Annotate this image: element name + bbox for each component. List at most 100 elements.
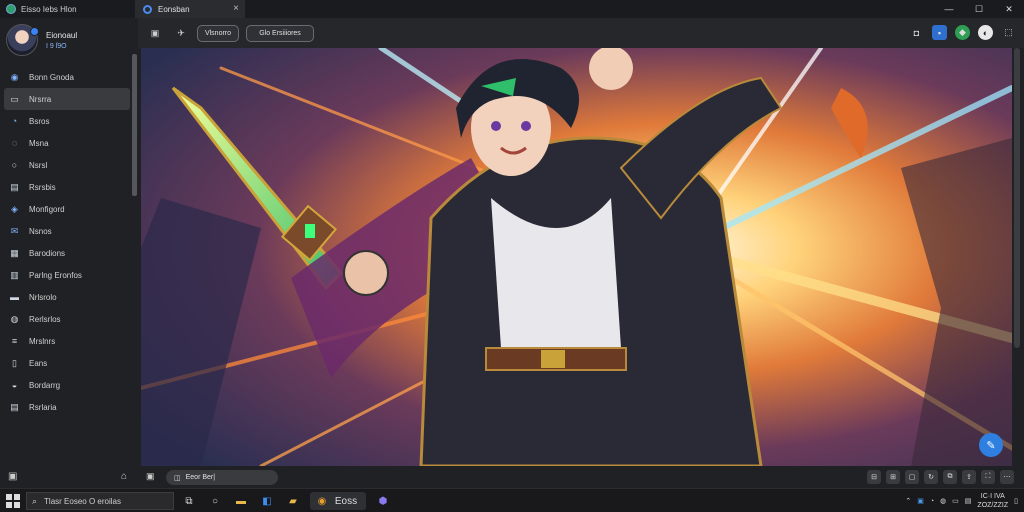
sidebar-item-label: Msna bbox=[29, 138, 49, 148]
taskbar-search-text: Tlasr Eoseo O eroilas bbox=[44, 496, 121, 506]
fit-icon[interactable]: ▢ bbox=[905, 470, 919, 484]
sidebar-item-2[interactable]: ◔ Bsros bbox=[4, 110, 130, 132]
sidebar-item-5[interactable]: ▤ Rsrsbis bbox=[4, 176, 130, 198]
taskbar-active-app[interactable]: ◉ Eoss bbox=[310, 492, 366, 510]
sidebar-item-label: Bordarrg bbox=[29, 380, 61, 390]
sidebar-item-3[interactable]: ◌ Msna bbox=[4, 132, 130, 154]
network-icon[interactable]: ◔ bbox=[930, 498, 934, 505]
chat-icon: ◔ bbox=[11, 116, 18, 126]
image-icon[interactable]: ▪ bbox=[932, 25, 947, 40]
folder-icon: ▭ bbox=[10, 93, 19, 104]
tag-icon: ◍ bbox=[10, 313, 19, 324]
status-input-icon: ◫ bbox=[174, 474, 181, 482]
close-button[interactable]: ✕ bbox=[994, 0, 1024, 18]
browser-icon: ◉ bbox=[317, 495, 327, 507]
system-tray: ⌃ ▣ ◔ ◍ ▭ ▤ IC·I IVA ZOZ/ZZIZ ▯ bbox=[905, 492, 1018, 510]
pin-icon[interactable]: ✈ bbox=[174, 25, 188, 41]
news-icon: ▦ bbox=[10, 247, 19, 258]
sidebar-item-12[interactable]: ≡ Mrslnrs bbox=[4, 330, 130, 352]
sidebar-item-14[interactable]: ◒ Bordarrg bbox=[4, 374, 130, 396]
page-icon: ▤ bbox=[10, 401, 19, 412]
sidebar-item-4[interactable]: ○ Nsrsl bbox=[4, 154, 130, 176]
edit-icon[interactable]: ✎ bbox=[979, 433, 1003, 457]
viewer-scrollbar[interactable] bbox=[1014, 48, 1020, 348]
filter-button[interactable]: Glo Ersiiiores bbox=[246, 25, 314, 42]
crop-icon[interactable]: ⬚ bbox=[1001, 25, 1016, 40]
profile-card[interactable]: Eionoaul I 9 ſ9O bbox=[6, 22, 131, 58]
globe-icon: ◉ bbox=[10, 71, 19, 82]
profile-name: Eionoaul bbox=[46, 30, 78, 40]
sidebar-item-9[interactable]: ▥ Parlng Eronfos bbox=[4, 264, 130, 286]
sidebar-item-label: Nsrsl bbox=[29, 160, 48, 170]
sidebar-item-label: Rsrlaria bbox=[29, 402, 57, 412]
sidebar-item-1[interactable]: ▭ Nrsrra bbox=[4, 88, 130, 110]
app-window: Eisso Iebs Hlon Eonsban × — ☐ ✕ Eionoaul… bbox=[0, 0, 1024, 488]
sidebar-item-8[interactable]: ▦ Barodions bbox=[4, 242, 130, 264]
sidebar-item-13[interactable]: ▯ Eans bbox=[4, 352, 130, 374]
folder-icon[interactable]: ▰ bbox=[284, 492, 302, 510]
sidebar-toggle-icon[interactable]: ▣ bbox=[148, 25, 162, 41]
clock-time: IC·I IVA bbox=[980, 493, 1005, 500]
sidebar-item-0[interactable]: ◉ Bonn Gnoda bbox=[4, 66, 130, 88]
battery-icon[interactable]: ▭ bbox=[952, 497, 959, 505]
more-icon[interactable]: ⋯ bbox=[1000, 470, 1014, 484]
task-view-icon[interactable]: ⧉ bbox=[180, 492, 198, 510]
app-title[interactable]: Eisso Iebs Hlon bbox=[0, 0, 134, 18]
sidebar-item-6[interactable]: ◈ Monfigord bbox=[4, 198, 130, 220]
sidebar-item-15[interactable]: ▤ Rsrlaria bbox=[4, 396, 130, 418]
window-controls: — ☐ ✕ bbox=[934, 0, 1024, 18]
circle-icon: ○ bbox=[11, 160, 18, 170]
profile-text: Eionoaul I 9 ſ9O bbox=[46, 31, 77, 50]
cloud-icon: ◒ bbox=[11, 380, 18, 390]
sidebar-scrollbar[interactable] bbox=[132, 54, 137, 196]
info-icon[interactable]: ◐ bbox=[978, 25, 993, 40]
status-input[interactable]: ◫ Eeor Ber| bbox=[166, 470, 278, 485]
photos-icon[interactable]: ▣ bbox=[917, 497, 924, 505]
image-viewer[interactable] bbox=[141, 48, 1012, 466]
panel-icon[interactable]: ▣ bbox=[146, 471, 155, 482]
status-actions: ⊟ ⊞ ▢ ↻ ⧉ ⇪ ⛶ ⋯ bbox=[867, 470, 1014, 484]
zoom-out-icon[interactable]: ⊟ bbox=[867, 470, 881, 484]
sidebar-footer: ▣ ⌂ bbox=[0, 466, 135, 486]
fullscreen-icon[interactable]: ⛶ bbox=[981, 470, 995, 484]
shield-icon[interactable]: ◆ bbox=[955, 25, 970, 40]
clock[interactable]: IC·I IVA ZOZ/ZZIZ bbox=[977, 492, 1008, 510]
copy-icon[interactable]: ⧉ bbox=[943, 470, 957, 484]
camera-icon[interactable]: ◘ bbox=[909, 25, 924, 40]
rotate-icon[interactable]: ↻ bbox=[924, 470, 938, 484]
cortana-icon[interactable]: ○ bbox=[206, 492, 224, 510]
view-button[interactable]: Vlsnorro bbox=[197, 25, 239, 42]
tab-label: Eonsban bbox=[158, 4, 190, 14]
clock-date: ZOZ/ZZIZ bbox=[977, 502, 1009, 509]
monitor-icon: ▬ bbox=[10, 292, 19, 302]
share-icon[interactable]: ⇪ bbox=[962, 470, 976, 484]
minimize-button[interactable]: — bbox=[934, 0, 964, 18]
chevron-up-icon[interactable]: ⌃ bbox=[905, 497, 911, 505]
taskbar-active-app-label: Eoss bbox=[334, 495, 358, 507]
mail-icon: ✉ bbox=[10, 225, 19, 236]
app-icon[interactable]: ⬢ bbox=[374, 492, 392, 510]
taskbar-apps: ⧉ ○ ▬ ◧ ▰ ◉ Eoss ⬢ bbox=[180, 492, 392, 510]
home-icon[interactable]: ⌂ bbox=[121, 471, 127, 482]
tab-logo-icon bbox=[143, 4, 152, 14]
sidebar: Eionoaul I 9 ſ9O ◉ Bonn Gnoda ▭ Nrsrra ◔ Bs… bbox=[0, 18, 137, 488]
language-icon[interactable]: ▤ bbox=[965, 497, 972, 505]
tab-close-icon[interactable]: × bbox=[233, 3, 239, 14]
zoom-in-icon[interactable]: ⊞ bbox=[886, 470, 900, 484]
sidebar-item-10[interactable]: ▬ Nrlsrolo bbox=[4, 286, 130, 308]
grid-icon[interactable]: ▣ bbox=[8, 471, 17, 482]
avatar[interactable] bbox=[6, 24, 39, 56]
file-explorer-icon[interactable]: ▬ bbox=[232, 492, 250, 510]
tab-active[interactable]: Eonsban × bbox=[135, 0, 245, 18]
store-icon[interactable]: ◧ bbox=[258, 492, 276, 510]
taskbar-search[interactable]: ⌕ Tlasr Eoseo O eroilas bbox=[26, 492, 174, 510]
sidebar-item-7[interactable]: ✉ Nsnos bbox=[4, 220, 130, 242]
maximize-button[interactable]: ☐ bbox=[964, 0, 994, 18]
windows-start-icon[interactable] bbox=[6, 494, 20, 508]
chart-icon: ▥ bbox=[10, 269, 19, 280]
app-title-label: Eisso Iebs Hlon bbox=[21, 4, 77, 14]
sidebar-item-11[interactable]: ◍ Rerlsrlos bbox=[4, 308, 130, 330]
notification-icon[interactable]: ▯ bbox=[1014, 497, 1018, 505]
status-bar: ▣ ◫ Eeor Ber| ⊟ ⊞ ▢ ↻ ⧉ ⇪ ⛶ ⋯ bbox=[138, 467, 1024, 488]
volume-icon[interactable]: ◍ bbox=[940, 497, 946, 505]
